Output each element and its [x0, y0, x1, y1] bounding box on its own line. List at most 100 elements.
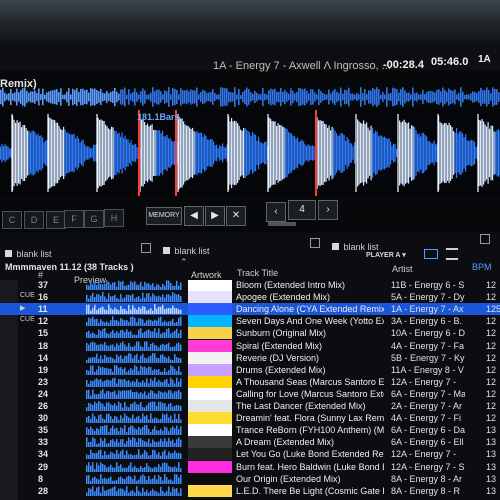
track-title: Let You Go (Luke Bond Extended Re — [236, 449, 384, 460]
hotcue-c-button[interactable]: C — [2, 211, 22, 229]
preview-waveform[interactable] — [86, 291, 182, 303]
tab-menu-icon[interactable] — [310, 238, 320, 248]
list-icon — [5, 250, 12, 257]
preview-waveform[interactable] — [86, 436, 182, 448]
table-row[interactable]: CUE 16 Apogee (Extended Mix) 5A - Energy 7 … — [0, 291, 500, 304]
list-view-icon[interactable] — [424, 249, 438, 259]
preview-waveform[interactable] — [86, 388, 182, 399]
track-bpm: 12 — [486, 292, 497, 303]
artwork-thumbnail — [188, 351, 232, 364]
table-row[interactable]: 14 Reverie (DJ Version) 5B - Energy 7 - Ky… — [0, 351, 500, 364]
column-header-title[interactable]: Track Title — [237, 268, 278, 278]
beat-loop-count[interactable]: 4 — [288, 200, 316, 220]
loop-double-button[interactable]: › — [318, 200, 338, 220]
track-number: 24 — [38, 388, 49, 399]
table-row[interactable]: 15 Sunburn (Original Mix) 10A - Energy 6 -… — [0, 327, 500, 340]
table-row[interactable]: 26 The Last Dancer (Extended Mix) 2A - Ene… — [0, 400, 500, 412]
track-artist: 8A - Energy 8 - R — [391, 485, 461, 496]
detail-view-icon[interactable] — [446, 248, 458, 260]
hotcue-f-button[interactable]: F — [64, 210, 84, 228]
preview-waveform[interactable] — [86, 424, 182, 436]
preview-waveform[interactable] — [86, 485, 182, 496]
track-title: Seven Days And One Week (Yotto Ext — [236, 316, 384, 327]
table-row[interactable]: 35 Trance ReBorn (FYH100 Anthem) (Ma 6A - … — [0, 424, 500, 437]
elapsed-time: -00:28.4 — [383, 59, 424, 71]
list-icon — [332, 243, 339, 250]
track-title: Apogee (Extended Mix) — [236, 292, 331, 303]
preview-waveform[interactable] — [86, 364, 182, 375]
preview-waveform[interactable] — [86, 303, 182, 315]
table-row[interactable]: 23 A Thousand Seas (Marcus Santoro Ex 12A … — [0, 375, 500, 388]
track-title: Drums (Extended Mix) — [236, 364, 326, 375]
memory-prev-button[interactable]: ◀ — [184, 206, 204, 226]
track-number: 11 — [38, 304, 48, 315]
column-header-artist[interactable]: Artist — [392, 264, 413, 274]
track-artist: 12A - Energy 7 - S — [391, 461, 465, 472]
preview-waveform[interactable] — [86, 376, 182, 387]
hotcue-d-button[interactable]: D — [24, 211, 44, 229]
artwork-thumbnail — [188, 327, 232, 340]
memory-delete-button[interactable]: ✕ — [226, 206, 246, 226]
preview-waveform[interactable] — [86, 315, 182, 327]
track-number: 18 — [38, 340, 49, 351]
table-row[interactable]: 28 L.E.D. There Be Light (Cosmic Gate R 8A… — [0, 484, 500, 497]
tab-blank-list-1[interactable]: blank list — [5, 244, 51, 262]
sort-icon[interactable]: ⌃ — [180, 257, 188, 268]
track-artist: 6A - Energy 6 - Ell — [391, 437, 464, 448]
track-number: 26 — [38, 401, 49, 411]
track-artist: 4A - Energy 7 - Fi — [391, 413, 462, 424]
table-row[interactable]: 37 Bloom (Extended Intro Mix) 11B - Energy… — [0, 280, 500, 291]
track-number: 29 — [38, 461, 49, 472]
tab-label: blank list — [174, 246, 210, 256]
track-bpm: 13 — [486, 437, 497, 448]
tab-label: blank list — [16, 249, 52, 259]
track-artist: 6A - Energy 7 - Ma — [391, 388, 465, 399]
table-row[interactable]: 18 Spiral (Extended Mix) 4A - Energy 7 - F… — [0, 339, 500, 352]
track-bpm: 12 — [486, 280, 497, 290]
table-row[interactable]: CUE 12 Seven Days And One Week (Yotto Ext 3… — [0, 315, 500, 328]
preview-waveform[interactable] — [86, 448, 182, 460]
track-bpm: 13 — [486, 449, 497, 460]
hotcue-g-button[interactable]: G — [84, 210, 104, 228]
preview-waveform[interactable] — [86, 327, 182, 339]
preview-waveform[interactable] — [86, 400, 182, 411]
preview-waveform[interactable] — [86, 352, 182, 363]
track-artist: 6A - Energy 6 - Da — [391, 425, 465, 436]
column-header-artwork[interactable]: Artwork — [191, 270, 222, 280]
table-row[interactable]: 24 Calling for Love (Marcus Santoro Exte 6… — [0, 387, 500, 400]
track-title: Burn feat. Hero Baldwin (Luke Bond E — [236, 461, 384, 472]
cue-indicator: CUE — [20, 316, 35, 324]
hotcue-h-button[interactable]: H — [104, 209, 124, 227]
tab-menu-icon[interactable] — [480, 234, 490, 244]
table-row[interactable]: ▶ 11 Dancing Alone (CYA Extended Remix) 1A … — [0, 303, 500, 316]
memory-next-button[interactable]: ▶ — [205, 206, 225, 226]
table-row[interactable]: 34 Let You Go (Luke Bond Extended Re 12A -… — [0, 448, 500, 461]
preview-waveform[interactable] — [86, 412, 182, 424]
loop-halve-button[interactable]: ‹ — [266, 202, 286, 222]
tab-menu-icon[interactable] — [141, 243, 151, 253]
preview-waveform[interactable] — [86, 461, 182, 472]
track-number: 30 — [38, 413, 49, 424]
preview-waveform[interactable] — [86, 340, 182, 351]
loop-slider[interactable] — [268, 222, 296, 226]
table-row[interactable]: 30 Dreamin' feat. Flora (Sunny Lax Remi 4A… — [0, 412, 500, 425]
table-row[interactable]: 33 A Dream (Extended Mix) 6A - Energy 6 - … — [0, 436, 500, 449]
memory-button[interactable]: MEMORY — [146, 207, 182, 225]
preview-waveform[interactable] — [86, 280, 182, 290]
table-row[interactable]: 19 Drums (Extended Mix) 11A - Energy 8 - V… — [0, 363, 500, 376]
main-waveform[interactable] — [0, 110, 500, 196]
table-row[interactable]: 29 Burn feat. Hero Baldwin (Luke Bond E 12… — [0, 460, 500, 473]
hotcue-e-button[interactable]: E — [46, 211, 66, 229]
track-bpm: 12 — [486, 328, 497, 339]
column-header-num[interactable]: # — [38, 270, 43, 280]
preview-waveform[interactable] — [86, 473, 182, 484]
table-row[interactable]: 8 Our Origin (Extended Mix) 8A - Energy 8 … — [0, 472, 500, 485]
player-select[interactable]: PLAYER A ▾ — [366, 251, 406, 259]
chevron-down-icon: ▾ — [402, 252, 406, 259]
track-title: Dreamin' feat. Flora (Sunny Lax Remi — [236, 413, 384, 424]
track-number: 33 — [38, 437, 49, 448]
track-number: 34 — [38, 449, 49, 460]
column-header-bpm[interactable]: BPM — [472, 262, 492, 272]
artwork-thumbnail — [188, 315, 232, 328]
overview-waveform[interactable] — [0, 84, 500, 110]
